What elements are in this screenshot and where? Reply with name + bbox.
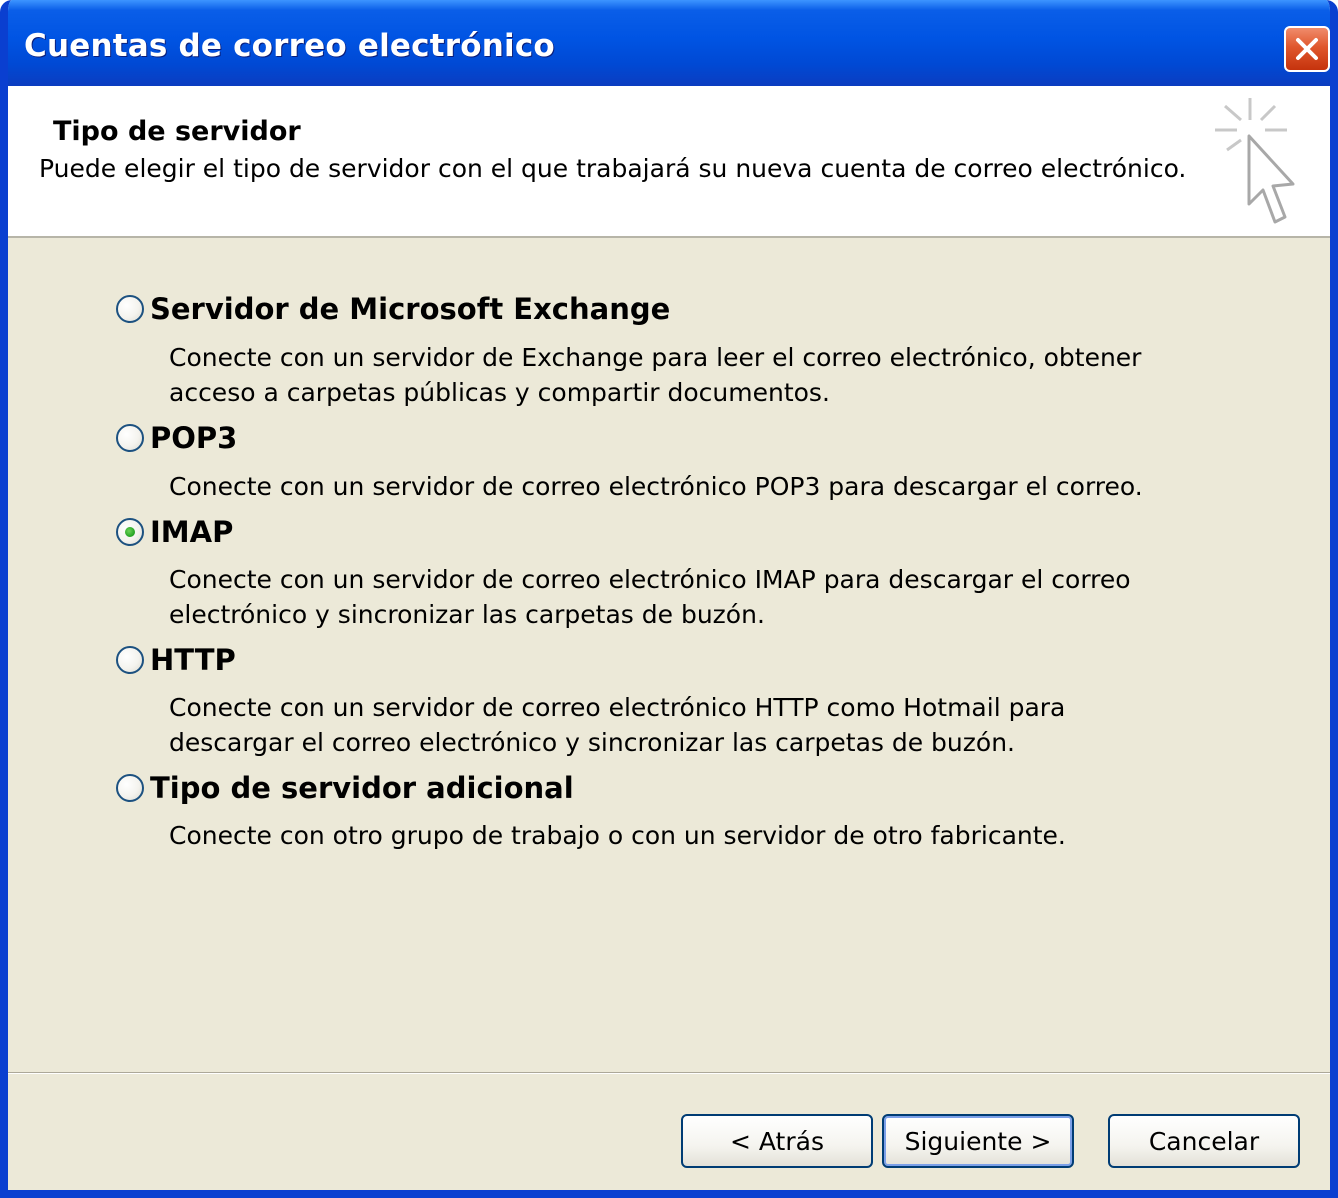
option-description-line: descargar el correo electrónico y sincro… bbox=[169, 728, 1015, 757]
option-description: Conecte con un servidor de correo electr… bbox=[169, 562, 1229, 632]
option-exchange[interactable]: Servidor de Microsoft Exchange bbox=[116, 292, 670, 326]
next-button[interactable]: Siguiente > bbox=[882, 1114, 1074, 1168]
option-description: Conecte con un servidor de correo electr… bbox=[169, 469, 1229, 504]
option-label: Servidor de Microsoft Exchange bbox=[150, 292, 671, 326]
option-description-line: Conecte con un servidor de Exchange para… bbox=[169, 343, 1142, 372]
close-button[interactable] bbox=[1284, 26, 1330, 72]
option-label: POP3 bbox=[150, 421, 238, 455]
radio-additional[interactable] bbox=[116, 774, 144, 802]
email-accounts-dialog: Cuentas de correo electrónico Tipo de se… bbox=[0, 0, 1338, 1198]
radio-http[interactable] bbox=[116, 646, 144, 674]
option-description-line: Conecte con un servidor de correo electr… bbox=[169, 693, 1066, 722]
option-label: IMAP bbox=[150, 515, 234, 549]
option-http[interactable]: HTTP bbox=[116, 643, 236, 677]
wizard-cursor-icon bbox=[1215, 98, 1295, 224]
title-bar[interactable]: Cuentas de correo electrónico bbox=[8, 0, 1330, 86]
footer-separator bbox=[8, 1072, 1330, 1074]
option-label: Tipo de servidor adicional bbox=[150, 771, 574, 805]
window-title: Cuentas de correo electrónico bbox=[24, 28, 555, 64]
radio-imap[interactable] bbox=[116, 518, 144, 546]
cancel-button[interactable]: Cancelar bbox=[1108, 1114, 1300, 1168]
option-additional[interactable]: Tipo de servidor adicional bbox=[116, 771, 574, 805]
back-button[interactable]: < Atrás bbox=[681, 1114, 873, 1168]
option-description: Conecte con un servidor de correo electr… bbox=[169, 690, 1229, 760]
option-description-line: Conecte con un servidor de correo electr… bbox=[169, 565, 1131, 594]
option-pop3[interactable]: POP3 bbox=[116, 421, 237, 455]
option-description: Conecte con otro grupo de trabajo o con … bbox=[169, 818, 1229, 853]
option-description-line: acceso a carpetas públicas y compartir d… bbox=[169, 378, 830, 407]
option-description-line: Conecte con otro grupo de trabajo o con … bbox=[169, 821, 1066, 850]
page-title: Tipo de servidor bbox=[53, 116, 301, 147]
option-description: Conecte con un servidor de Exchange para… bbox=[169, 340, 1229, 410]
wizard-header: Tipo de servidor Puede elegir el tipo de… bbox=[8, 86, 1330, 238]
option-description-line: Conecte con un servidor de correo electr… bbox=[169, 472, 1143, 501]
close-icon bbox=[1296, 38, 1318, 60]
radio-pop3[interactable] bbox=[116, 424, 144, 452]
option-label: HTTP bbox=[150, 643, 236, 677]
page-description: Puede elegir el tipo de servidor con el … bbox=[39, 154, 1187, 183]
option-description-line: electrónico y sincronizar las carpetas d… bbox=[169, 600, 765, 629]
radio-exchange[interactable] bbox=[116, 295, 144, 323]
option-imap[interactable]: IMAP bbox=[116, 515, 233, 549]
